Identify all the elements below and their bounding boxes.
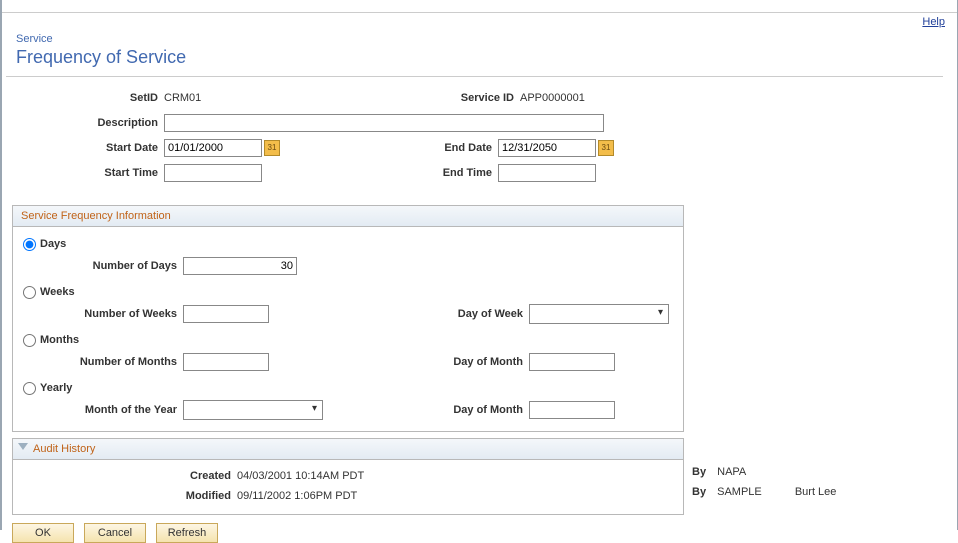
- months-label: Months: [40, 334, 79, 346]
- num-days-label: Number of Days: [39, 260, 183, 272]
- audit-heading: Audit History: [13, 439, 683, 460]
- created-label: Created: [21, 470, 237, 482]
- day-of-week-label: Day of Week: [419, 308, 529, 320]
- start-date-input[interactable]: [164, 139, 262, 157]
- modified-by-name: Burt Lee: [795, 486, 837, 498]
- days-label: Days: [40, 238, 66, 250]
- end-date-input[interactable]: [498, 139, 596, 157]
- weeks-radio[interactable]: [23, 286, 36, 299]
- ok-button[interactable]: OK: [12, 523, 74, 543]
- page-title: Frequency of Service: [6, 47, 943, 77]
- days-radio[interactable]: [23, 238, 36, 251]
- calendar-icon[interactable]: 31: [264, 140, 280, 156]
- collapse-icon[interactable]: [18, 443, 28, 450]
- end-time-input[interactable]: [498, 164, 596, 182]
- section-heading: Service Frequency Information: [13, 206, 683, 227]
- day-of-month-label: Day of Month: [419, 356, 529, 368]
- top-bar: [2, 0, 957, 13]
- month-of-year-select[interactable]: [183, 400, 323, 420]
- end-date-label: End Date: [422, 142, 498, 154]
- created-by-label: By: [692, 466, 706, 478]
- start-time-input[interactable]: [164, 164, 262, 182]
- audit-heading-text: Audit History: [33, 443, 95, 455]
- modified-label: Modified: [21, 490, 237, 502]
- service-frequency-section: Service Frequency Information Days Numbe…: [12, 205, 684, 432]
- num-weeks-input[interactable]: [183, 305, 269, 323]
- yearly-label: Yearly: [40, 382, 72, 394]
- created-by-id: NAPA: [717, 466, 746, 478]
- setid-label: SetID: [6, 92, 164, 104]
- modified-by-id: SAMPLE: [717, 486, 762, 498]
- setid-value: CRM01: [164, 92, 284, 104]
- start-time-label: Start Time: [6, 167, 164, 179]
- num-weeks-label: Number of Weeks: [39, 308, 183, 320]
- yearly-radio[interactable]: [23, 382, 36, 395]
- serviceid-value: APP0000001: [520, 92, 585, 104]
- end-time-label: End Time: [422, 167, 498, 179]
- month-of-year-label: Month of the Year: [39, 404, 183, 416]
- audit-history-section: Audit History Created 04/03/2001 10:14AM…: [12, 438, 684, 515]
- num-months-label: Number of Months: [39, 356, 183, 368]
- weeks-label: Weeks: [40, 286, 75, 298]
- created-value: 04/03/2001 10:14AM PDT: [237, 470, 364, 482]
- help-link[interactable]: Help: [922, 16, 945, 28]
- modified-by-label: By: [692, 486, 706, 498]
- serviceid-label: Service ID: [444, 92, 520, 104]
- months-radio[interactable]: [23, 334, 36, 347]
- day-of-month2-label: Day of Month: [419, 404, 529, 416]
- description-label: Description: [6, 117, 164, 129]
- day-of-week-select[interactable]: [529, 304, 669, 324]
- num-months-input[interactable]: [183, 353, 269, 371]
- day-of-month-input[interactable]: [529, 353, 615, 371]
- calendar-icon[interactable]: 31: [598, 140, 614, 156]
- cancel-button[interactable]: Cancel: [84, 523, 146, 543]
- num-days-input[interactable]: [183, 257, 297, 275]
- modified-value: 09/11/2002 1:06PM PDT: [237, 490, 357, 502]
- breadcrumb: Service: [6, 31, 943, 47]
- day-of-month2-input[interactable]: [529, 401, 615, 419]
- description-input[interactable]: [164, 114, 604, 132]
- start-date-label: Start Date: [6, 142, 164, 154]
- refresh-button[interactable]: Refresh: [156, 523, 218, 543]
